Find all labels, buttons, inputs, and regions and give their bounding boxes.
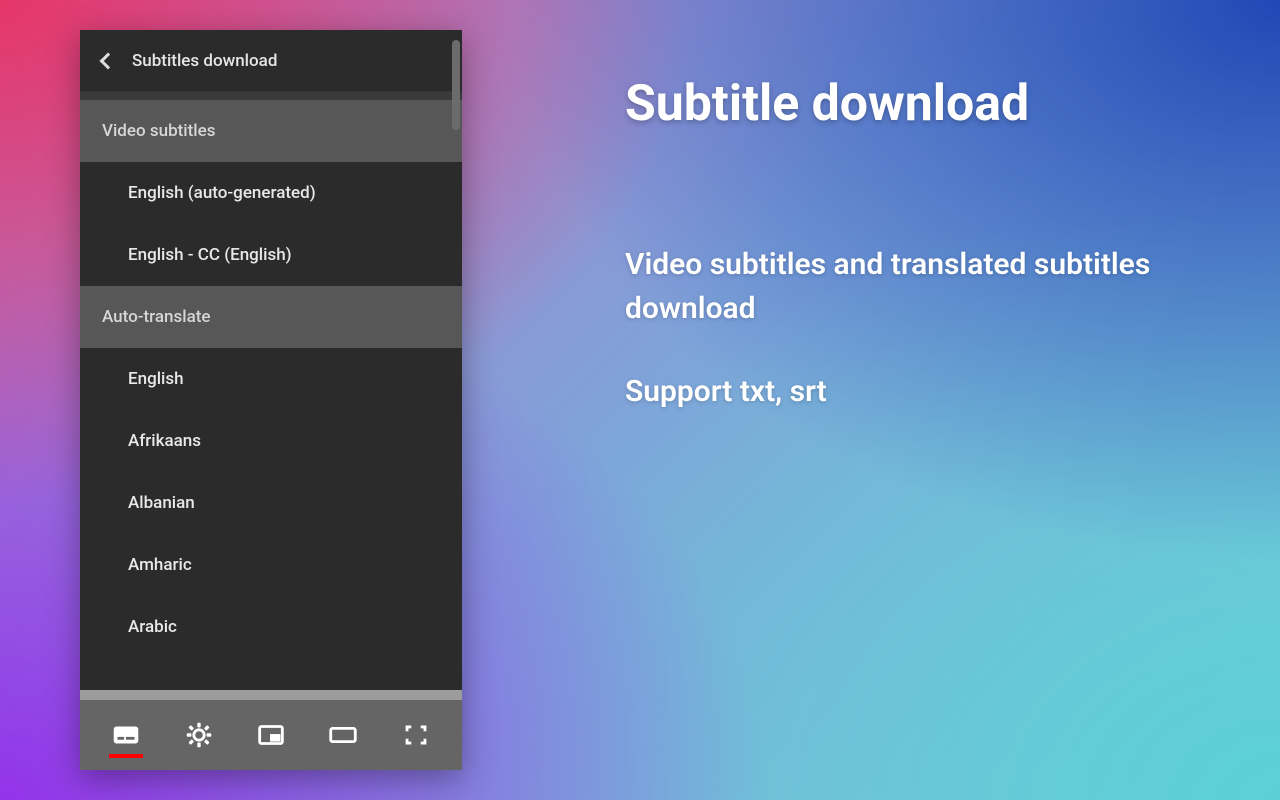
theater-mode-button[interactable]: [316, 708, 370, 762]
miniplayer-button[interactable]: [244, 708, 298, 762]
menu-header[interactable]: Subtitles download: [80, 30, 462, 92]
divider: [80, 92, 462, 100]
subtitle-option[interactable]: Arabic: [80, 596, 462, 658]
fullscreen-button[interactable]: [389, 708, 443, 762]
chevron-left-icon: [100, 52, 117, 69]
fullscreen-icon: [399, 718, 433, 752]
scrollbar[interactable]: [452, 40, 460, 130]
theater-icon: [326, 718, 360, 752]
gear-icon: [182, 718, 216, 752]
section-auto-translate: Auto-translate: [80, 286, 462, 348]
marketing-title: Subtitle download: [625, 75, 1220, 133]
subtitle-option[interactable]: Afrikaans: [80, 410, 462, 472]
player-control-bar: [80, 700, 462, 770]
miniplayer-icon: [254, 718, 288, 752]
subtitle-option[interactable]: Amharic: [80, 534, 462, 596]
player-settings-panel: Subtitles download Video subtitles Engli…: [80, 30, 462, 770]
subtitle-option[interactable]: English: [80, 348, 462, 410]
subtitle-option[interactable]: English - CC (English): [80, 224, 462, 286]
subtitles-menu: Subtitles download Video subtitles Engli…: [80, 30, 462, 700]
captions-icon: [109, 718, 143, 752]
marketing-line: Video subtitles and translated subtitles…: [625, 243, 1185, 330]
marketing-line: Support txt, srt: [625, 370, 1185, 414]
section-video-subtitles: Video subtitles: [80, 100, 462, 162]
subtitle-option[interactable]: Albanian: [80, 472, 462, 534]
captions-button[interactable]: [99, 708, 153, 762]
subtitle-option[interactable]: English (auto-generated): [80, 162, 462, 224]
settings-button[interactable]: [172, 708, 226, 762]
captions-active-indicator: [109, 754, 143, 758]
menu-bottom-edge: [80, 690, 462, 700]
menu-scroll: Video subtitles English (auto-generated)…: [80, 100, 462, 690]
menu-title: Subtitles download: [132, 51, 277, 71]
marketing-copy: Subtitle download Video subtitles and tr…: [625, 75, 1220, 454]
